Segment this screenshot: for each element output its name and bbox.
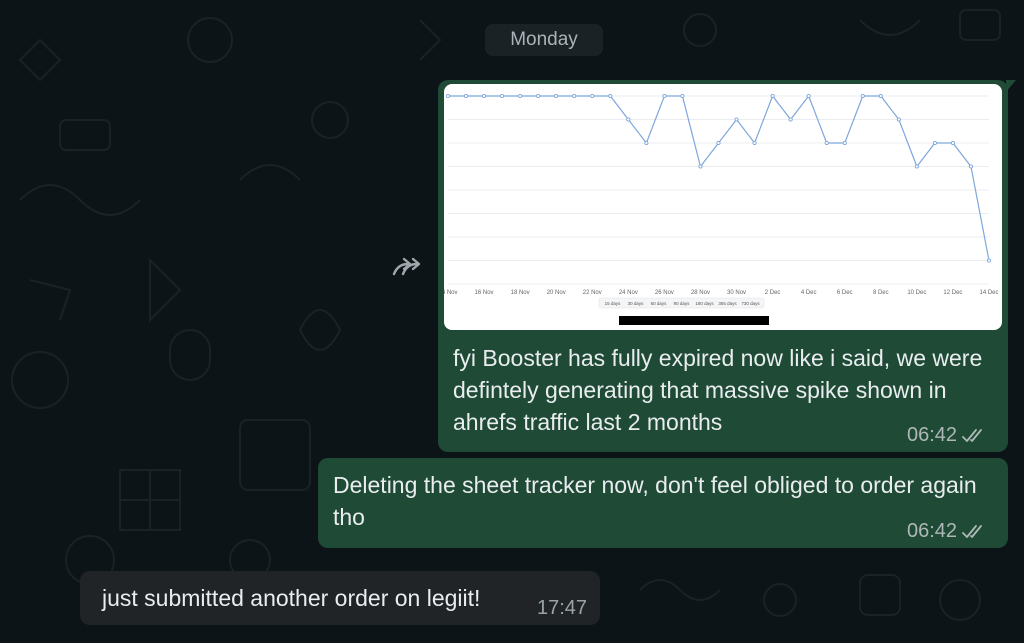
double-check-icon (962, 524, 982, 538)
chart-data-point (482, 93, 487, 99)
forward-icon[interactable] (392, 256, 422, 278)
range-button: 730 days (741, 301, 760, 306)
chart-x-tick-label: 14 Nov (444, 290, 458, 296)
chart-data-point (716, 140, 721, 146)
range-button: 15 days (605, 301, 622, 306)
message-time: 06:42 (907, 424, 958, 446)
message-text: Deleting the sheet tracker now, don't fe… (333, 472, 977, 530)
chart-x-tick-label: 12 Dec (943, 290, 962, 296)
chart-data-point (788, 117, 793, 122)
chart-screenshot-image[interactable]: 14 Nov 16 Nov 18 Nov 20 Nov 22 Nov 24 Nov 26 N… (444, 84, 1002, 330)
chart-data-point (518, 93, 523, 99)
chart-data-point (824, 140, 829, 146)
chart-x-tick-label: 6 Dec (837, 290, 853, 296)
chart-data-point (590, 93, 595, 99)
chart-data-point (698, 164, 703, 169)
message-bubble-outgoing[interactable]: 14 Nov 16 Nov 18 Nov 20 Nov 22 Nov 24 Nov 26 N… (438, 80, 1016, 452)
chart-data-point (752, 140, 757, 146)
range-button: 365 days (718, 301, 737, 306)
range-button: 90 days (674, 301, 691, 306)
chart-data-point (644, 140, 649, 146)
range-button: 30 days (628, 301, 645, 306)
message-text: just submitted another order on legiit! (102, 585, 481, 611)
chart-data-point (536, 93, 541, 99)
chart-data-point (896, 117, 901, 122)
chart-x-tick-label: 8 Dec (873, 290, 889, 296)
chart-data-point (662, 93, 667, 99)
message-meta: 06:42 (907, 424, 987, 447)
chart-data-point (770, 93, 775, 99)
chart-data-point (806, 93, 811, 99)
double-check-icon (962, 428, 982, 442)
chart-data-point (572, 93, 577, 99)
redaction-bar (619, 316, 769, 325)
chart-x-tick-label: 28 Nov (691, 290, 710, 296)
chart-x-tick-label: 2 Dec (765, 290, 781, 296)
date-separator: Monday (485, 24, 603, 56)
chart-data-point (860, 93, 865, 99)
chart-x-tick-label: 14 Dec (979, 290, 998, 296)
chart-data-point (734, 117, 739, 122)
chart-data-point (842, 140, 847, 146)
chart-x-tick-label: 24 Nov (619, 290, 638, 296)
chart-x-tick-label: 26 Nov (655, 290, 674, 296)
chart-x-tick-label: 16 Nov (475, 290, 494, 296)
chart-data-point (950, 140, 955, 146)
chart-x-tick-label: 18 Nov (511, 290, 530, 296)
message-bubble-incoming[interactable]: just submitted another order on legiit! … (80, 571, 600, 625)
message-meta: 06:42 (907, 520, 987, 543)
chart-x-tick-label: 30 Nov (727, 290, 746, 296)
chart-data-point (626, 117, 631, 122)
chart-data-point (554, 93, 559, 99)
chart-x-tick-label: 20 Nov (547, 290, 566, 296)
chart-data-point (878, 93, 883, 99)
chart-data-point (914, 164, 919, 169)
chart-data-point (500, 93, 505, 99)
range-button: 180 days (695, 301, 714, 306)
chart-data-point (968, 164, 974, 169)
chart-data-point (608, 93, 613, 99)
chart-data-point (680, 93, 685, 99)
chart-x-tick-label: 22 Nov (583, 290, 602, 296)
chart-x-tick-label: 4 Dec (801, 290, 817, 296)
ranking-line-chart: 14 Nov 16 Nov 18 Nov 20 Nov 22 Nov 24 Nov 26 N… (444, 93, 999, 325)
message-bubble-outgoing[interactable]: Deleting the sheet tracker now, don't fe… (318, 458, 1008, 548)
chart-x-tick-label: 10 Dec (907, 290, 926, 296)
chart-series-line (448, 94, 990, 261)
message-time: 06:42 (907, 520, 958, 542)
range-button: 60 days (651, 301, 668, 306)
message-time: 17:47 (537, 597, 588, 619)
chart-data-point (463, 93, 469, 99)
chart-data-point (445, 93, 451, 99)
chart-data-point (932, 140, 937, 146)
chart-data-point (986, 258, 992, 263)
